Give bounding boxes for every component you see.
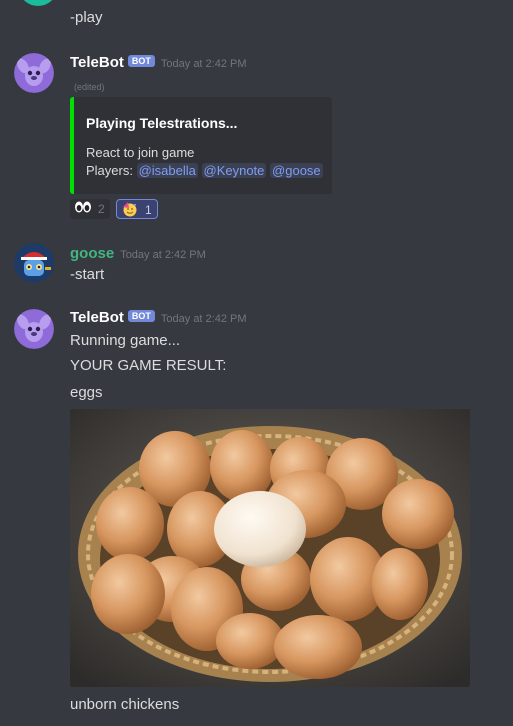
username[interactable]: goose [70, 245, 114, 262]
embed-line: React to join game [86, 145, 195, 160]
edited-label: (edited) [74, 82, 105, 92]
username[interactable]: TeleBot [70, 54, 124, 71]
partying-face-icon [121, 201, 139, 220]
previous-avatar[interactable] [18, 0, 58, 6]
bot-tag: BOT [127, 310, 155, 322]
message-result-header: YOUR GAME RESULT: [70, 357, 227, 374]
goose-header: goose Today at 2:42 PM [70, 245, 206, 263]
embed-players-line: Players: @isabella @Keynote @goose [86, 163, 323, 178]
telebot-avatar[interactable] [14, 309, 54, 349]
mention-keynote[interactable]: @Keynote [201, 163, 267, 178]
reaction-eyes[interactable]: 2 [70, 199, 110, 219]
game-embed: Playing Telestrations... React to join g… [70, 97, 332, 194]
players-label: Players: [86, 163, 133, 178]
eyes-icon [74, 200, 92, 217]
mention-goose[interactable]: @goose [270, 163, 323, 178]
message-start: -start [70, 266, 105, 283]
reaction-party[interactable]: 1 [116, 199, 158, 219]
reaction-count: 1 [145, 203, 152, 217]
reaction-count: 2 [98, 202, 105, 216]
message-running: Running game... [70, 332, 181, 349]
bot-tag: BOT [127, 55, 155, 67]
message-play: -play [70, 9, 103, 26]
message-result-word: eggs [70, 384, 103, 401]
username[interactable]: TeleBot [70, 309, 124, 326]
eggs-basket-image[interactable] [70, 409, 470, 687]
timestamp: Today at 2:42 PM [160, 313, 247, 325]
embed-title: Playing Telestrations... [86, 115, 238, 131]
goose-avatar[interactable] [14, 243, 54, 283]
message-caption: unborn chickens [70, 696, 180, 713]
timestamp: Today at 2:42 PM [160, 58, 247, 70]
telebot-avatar[interactable] [14, 53, 54, 93]
timestamp: Today at 2:42 PM [120, 249, 206, 261]
telebot-header: TeleBot BOT Today at 2:42 PM [70, 309, 247, 327]
telebot-header: TeleBot BOT Today at 2:42 PM [70, 54, 247, 72]
mention-isabella[interactable]: @isabella [136, 163, 198, 178]
